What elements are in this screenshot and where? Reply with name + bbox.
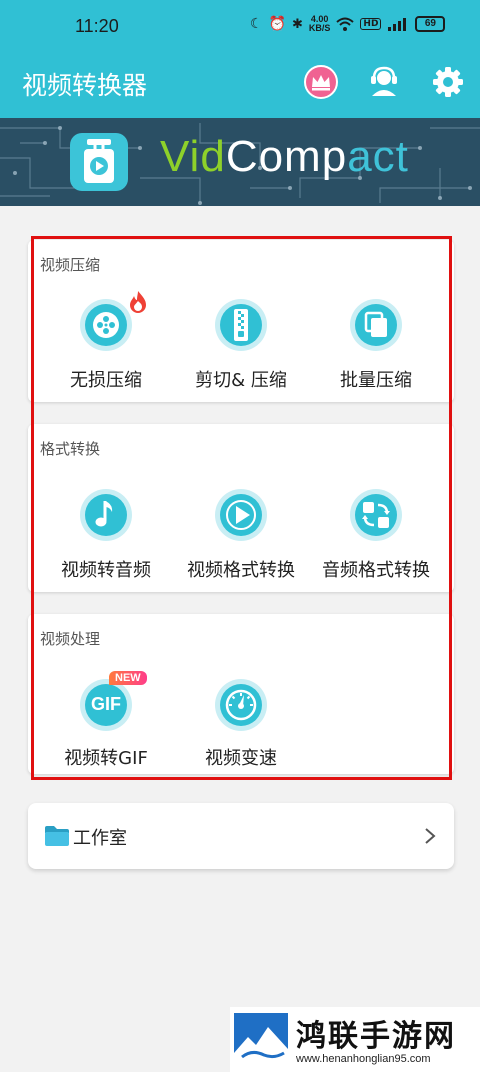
crown-button[interactable] [303, 64, 339, 100]
crown-icon [304, 65, 338, 99]
alarm-icon: ⏰ [268, 16, 286, 32]
support-icon [371, 66, 397, 96]
battery-icon: 69 [415, 16, 446, 32]
support-button[interactable] [366, 64, 402, 100]
banner: VidCompact [0, 118, 480, 206]
net-speed: 4.00 KB/S [309, 15, 331, 33]
wifi-icon [336, 17, 355, 31]
settings-button[interactable] [430, 64, 466, 100]
film-compress-icon [84, 139, 114, 183]
app-bar: 视频转换器 [0, 52, 480, 118]
status-bar: 11:20 ☾ ⏰ ✱ 4.00 KB/S HD 69 [0, 0, 480, 52]
app-logo [70, 133, 128, 191]
studio-row[interactable]: 工作室 [28, 803, 454, 869]
logo-text-comp: Comp [225, 132, 348, 181]
chevron-right-icon [425, 828, 436, 844]
watermark: 鸿联手游网 www.henanhonglian95.com [230, 1007, 480, 1072]
status-icons: ☾ ⏰ ✱ 4.00 KB/S HD 69 [250, 15, 446, 33]
watermark-logo [234, 1013, 288, 1065]
logo-text-vid: Vid [160, 132, 226, 181]
folder-icon [45, 826, 69, 846]
logo-text: VidCompact [160, 132, 409, 182]
hd-icon: HD [360, 18, 382, 30]
watermark-url: www.henanhonglian95.com [296, 1053, 431, 1065]
moon-icon: ☾ [250, 16, 263, 32]
logo-text-act: act [347, 132, 409, 181]
highlight-frame [31, 236, 452, 780]
gear-icon [433, 67, 463, 97]
app-title: 视频转换器 [22, 71, 148, 100]
status-time: 11:20 [75, 16, 119, 36]
watermark-title: 鸿联手游网 [296, 1019, 456, 1054]
signal-icon [388, 18, 407, 31]
bluetooth-icon: ✱ [292, 16, 303, 32]
net-speed-unit: KB/S [308, 23, 331, 33]
studio-label: 工作室 [73, 828, 127, 849]
